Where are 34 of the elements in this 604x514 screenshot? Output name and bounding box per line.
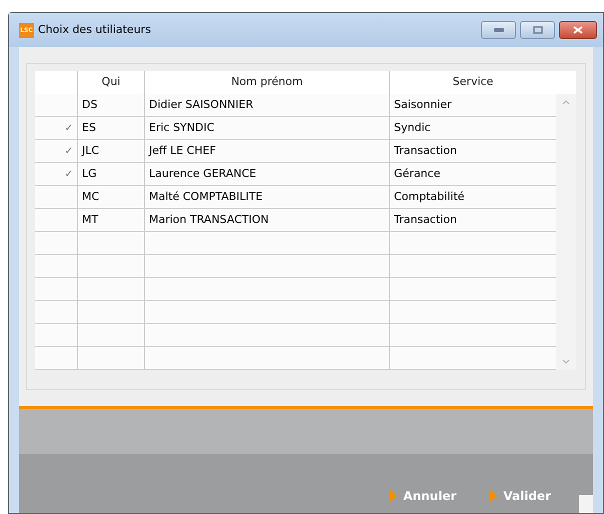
scrollbar[interactable] (556, 94, 576, 370)
maximize-button[interactable] (520, 21, 555, 39)
arrow-icon (390, 490, 398, 502)
table-cell: JLC (77, 140, 144, 162)
check-mark: ✓ (64, 168, 73, 182)
scroll-up-icon (562, 100, 570, 105)
table-cell: Marion TRANSACTION (144, 209, 389, 231)
table-cell: Malté COMPTABILITE (144, 186, 389, 208)
table-cell: ES (77, 117, 144, 139)
resize-grip[interactable] (579, 495, 593, 513)
table-row[interactable]: MC Malté COMPTABILITE Comptabilité (35, 186, 556, 209)
table-cell: Jeff LE CHEF (144, 140, 389, 162)
table-row[interactable]: ✓ LG Laurence GERANCE Gérance (35, 163, 556, 186)
window-title: Choix des utiliateurs (38, 22, 151, 38)
table-cell: Laurence GERANCE (144, 163, 389, 185)
check-mark: ✓ (64, 144, 73, 158)
table-cell: LG (77, 163, 144, 185)
arrow-icon (490, 490, 498, 502)
scroll-down-icon (562, 359, 570, 364)
minimize-icon (494, 28, 504, 32)
table-row[interactable]: ✓ ES Eric SYNDIC Syndic (35, 117, 556, 140)
close-button[interactable] (559, 21, 597, 39)
table-cell: Didier SAISONNIER (144, 94, 389, 116)
maximize-icon (532, 26, 542, 34)
table-cell: Eric SYNDIC (144, 117, 389, 139)
close-icon (573, 26, 583, 34)
table-row[interactable]: ✓ JLC Jeff LE CHEF Transaction (35, 140, 556, 163)
minimize-button[interactable] (481, 21, 516, 39)
table-row[interactable]: DS Didier SAISONNIER Saisonnier (35, 94, 556, 117)
table-row[interactable]: MT Marion TRANSACTION Transaction (35, 209, 556, 232)
check-mark: ✓ (64, 122, 73, 136)
table-cell: MC (77, 186, 144, 208)
table-cell: MT (77, 209, 144, 231)
table-cell: DS (77, 94, 144, 116)
